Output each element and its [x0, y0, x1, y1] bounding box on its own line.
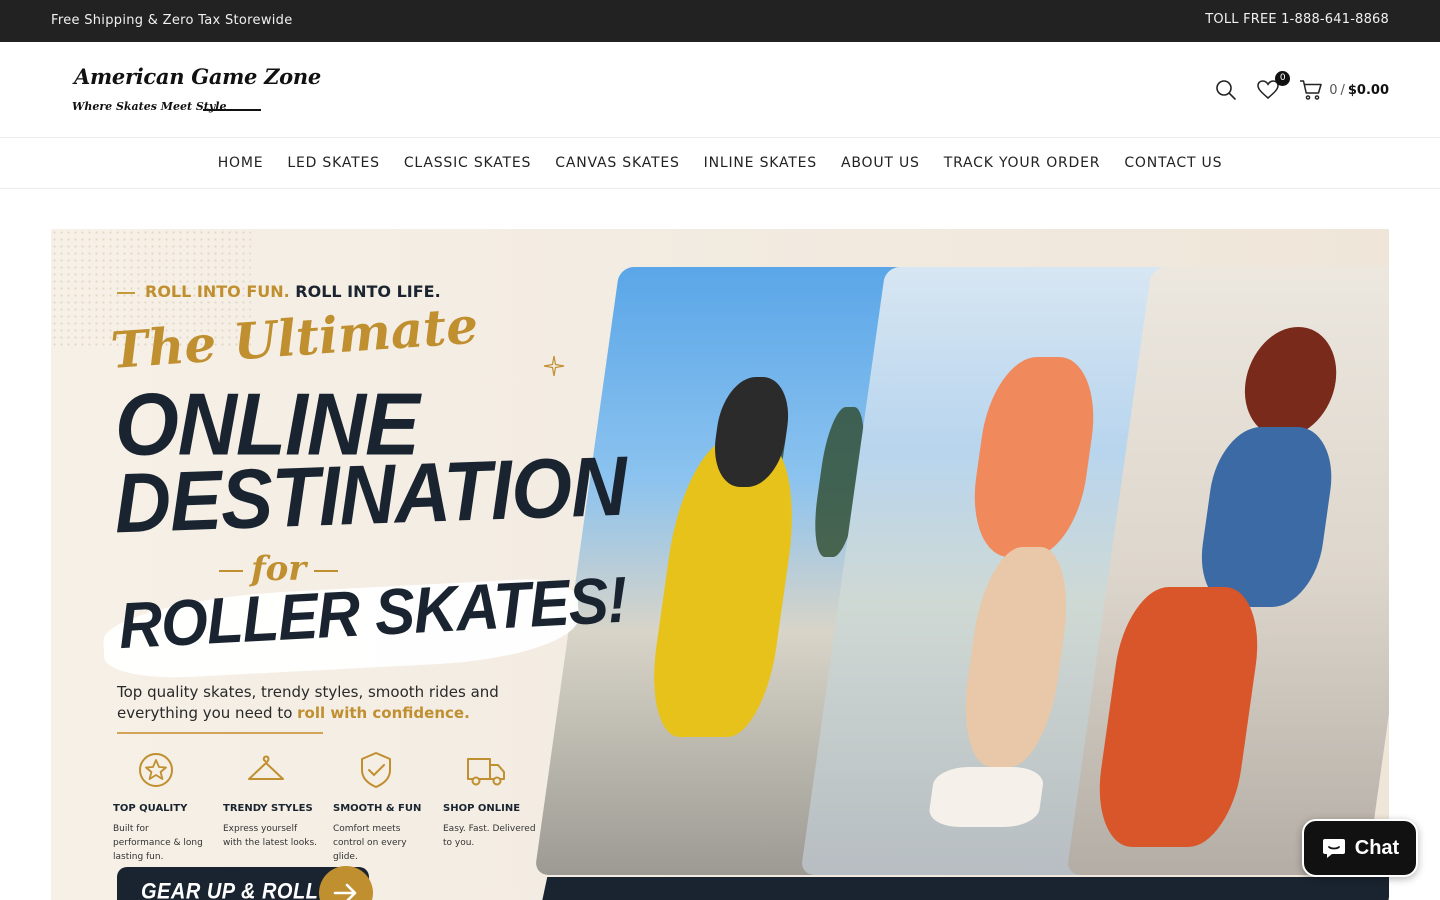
cart-count: 0	[1329, 82, 1338, 98]
cart-icon	[1300, 80, 1322, 100]
hero-tagline: ROLL INTO FUN. ROLL INTO LIFE.	[117, 282, 441, 301]
nav-item-about-us[interactable]: ABOUT US	[841, 155, 920, 171]
feature-description: Comfort meets control on every glide.	[333, 824, 407, 862]
white-skates	[927, 767, 1046, 827]
hero-banner[interactable]: ROLL INTO FUN. ROLL INTO LIFE. The Ultim…	[51, 229, 1389, 900]
star-badge-icon	[139, 753, 173, 787]
header-actions: 0 0 / $0.00	[1213, 71, 1389, 104]
feature-title: TOP QUALITY	[113, 803, 188, 814]
nav-item-inline-skates[interactable]: INLINE SKATES	[704, 155, 817, 171]
cart-separator: /	[1340, 82, 1345, 98]
announcement-bar: Free Shipping & Zero Tax Storewide TOLL …	[0, 0, 1440, 42]
hero-description: Top quality skates, trendy styles, smoot…	[117, 682, 537, 724]
nav-item-led-skates[interactable]: LED SKATES	[287, 155, 379, 171]
logo-underline	[203, 109, 261, 111]
site-logo[interactable]: American Game Zone Where Skates Meet Sty…	[72, 64, 321, 120]
feature-title: SMOOTH & FUN	[333, 803, 422, 814]
skater-head	[1237, 327, 1344, 437]
hero-description-highlight: roll with confidence.	[297, 704, 470, 722]
skater-legs	[955, 547, 1077, 767]
feature-description: Built for performance & long lasting fun…	[113, 824, 203, 862]
wishlist-button[interactable]: 0	[1255, 71, 1291, 103]
nav-item-track-order[interactable]: TRACK YOUR ORDER	[944, 155, 1101, 171]
cart-button[interactable]: 0 / $0.00	[1299, 79, 1389, 101]
arrow-right-icon	[319, 866, 373, 900]
skater-figure	[1193, 427, 1340, 607]
main-navigation: HOME LED SKATES CLASSIC SKATES CANVAS SK…	[0, 138, 1440, 189]
for-dash-left	[219, 570, 243, 572]
description-divider	[117, 732, 323, 734]
headline-roller-skates: ROLLER SKATES!	[116, 563, 629, 663]
tagline-gold: ROLL INTO FUN.	[145, 282, 290, 301]
shield-check-icon	[361, 752, 391, 788]
chat-button[interactable]: Chat	[1302, 819, 1418, 877]
feature-trendy-styles: TRENDY STYLES Express yourself with the …	[223, 747, 333, 864]
tagline-dark: ROLL INTO LIFE.	[295, 282, 441, 301]
hero-bottom-strip	[538, 877, 1389, 900]
for-dash-right	[314, 570, 339, 572]
nav-item-classic-skates[interactable]: CLASSIC SKATES	[404, 155, 531, 171]
promo-text: Free Shipping & Zero Tax Storewide	[51, 13, 293, 28]
feature-top-quality: TOP QUALITY Built for performance & long…	[113, 747, 223, 864]
feature-description: Express yourself with the latest looks.	[223, 824, 318, 848]
feature-smooth-fun: SMOOTH & FUN Comfort meets control on ev…	[333, 747, 443, 864]
nav-item-canvas-skates[interactable]: CANVAS SKATES	[555, 155, 679, 171]
hanger-icon	[248, 755, 284, 780]
chat-bubble-icon	[1322, 839, 1345, 858]
tagline-dash	[117, 291, 135, 294]
headline-destination: DESTINATION	[112, 437, 628, 551]
nav-item-contact-us[interactable]: CONTACT US	[1124, 155, 1222, 171]
feature-list: TOP QUALITY Built for performance & long…	[113, 747, 553, 864]
site-header: American Game Zone Where Skates Meet Sty…	[0, 42, 1440, 138]
gear-up-button[interactable]: GEAR UP & ROLL ON	[117, 866, 373, 900]
skater-figure	[964, 357, 1104, 557]
search-icon[interactable]	[1213, 77, 1239, 103]
feature-description: Easy. Fast. Delivered to you.	[443, 824, 536, 848]
feature-title: SHOP ONLINE	[443, 803, 521, 814]
wishlist-count-badge: 0	[1275, 71, 1291, 86]
toll-free-phone[interactable]: TOLL FREE 1-888-641-8868	[1205, 12, 1389, 27]
feature-title: TRENDY STYLES	[223, 803, 313, 814]
skater-figure	[643, 437, 806, 737]
skate-closeup	[1090, 587, 1267, 847]
sparkle-icon	[543, 355, 565, 377]
logo-title: American Game Zone	[74, 64, 321, 89]
logo-subtitle: Where Skates Meet Style	[72, 100, 227, 113]
cart-total: $0.00	[1347, 82, 1389, 98]
feature-shop-online: SHOP ONLINE Easy. Fast. Delivered to you…	[443, 747, 553, 864]
chat-label: Chat	[1354, 836, 1400, 859]
truck-icon	[467, 758, 505, 786]
nav-item-home[interactable]: HOME	[218, 155, 264, 171]
